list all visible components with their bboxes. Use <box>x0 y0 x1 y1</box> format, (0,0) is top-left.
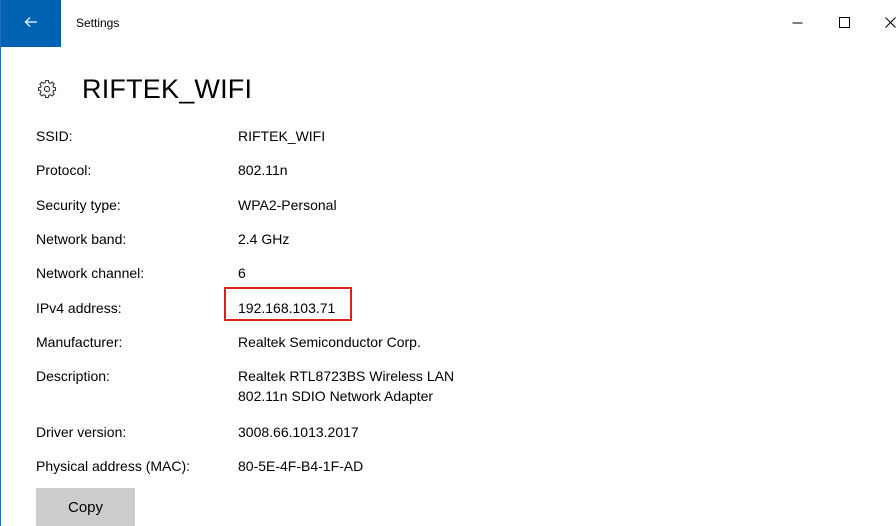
property-label: Security type: <box>36 197 121 213</box>
property-value: 3008.66.1013.2017 <box>238 424 359 440</box>
property-value: Realtek Semiconductor Corp. <box>238 334 421 350</box>
property-value: 802.11n <box>238 162 288 178</box>
property-label: Network band: <box>36 231 127 247</box>
description-line: 802.11n SDIO Network Adapter <box>238 388 434 404</box>
property-value: 80-5E-4F-B4-1F-AD <box>238 458 364 474</box>
copy-button[interactable]: Copy <box>36 488 135 526</box>
property-value: 192.168.103.71 <box>238 300 336 316</box>
property-label: Driver version: <box>36 424 127 440</box>
close-button[interactable] <box>867 0 896 47</box>
page-title: RIFTEK_WIFI <box>82 73 253 104</box>
property-value: 2.4 GHz <box>238 231 290 247</box>
maximize-button[interactable] <box>821 0 867 47</box>
back-button[interactable] <box>1 0 61 47</box>
title-bar: Settings <box>1 0 896 47</box>
property-label: Physical address (MAC): <box>36 458 191 474</box>
property-value: WPA2-Personal <box>238 197 337 213</box>
property-label: SSID: <box>36 128 73 144</box>
property-label: Network channel: <box>36 265 145 281</box>
settings-window: Settings RIFTEK_WIFI SSID: RIFTEK_WIFI P… <box>0 0 896 526</box>
maximize-icon <box>838 15 850 33</box>
description-line: Realtek RTL8723BS Wireless LAN <box>238 368 455 384</box>
page-header: RIFTEK_WIFI <box>36 72 252 106</box>
minimize-button[interactable] <box>774 0 820 47</box>
property-label: Manufacturer: <box>36 334 123 350</box>
app-title: Settings <box>76 16 120 30</box>
close-icon <box>884 15 896 33</box>
property-label: Description: <box>36 368 110 384</box>
property-value: RIFTEK_WIFI <box>238 128 326 144</box>
back-arrow-icon <box>24 15 38 33</box>
property-label: Protocol: <box>36 162 92 178</box>
gear-icon <box>36 78 58 100</box>
property-value: Realtek RTL8723BS Wireless LAN 802.11n S… <box>238 366 454 406</box>
property-label: IPv4 address: <box>36 300 122 316</box>
minimize-icon <box>792 15 803 33</box>
property-value: 6 <box>238 265 246 281</box>
